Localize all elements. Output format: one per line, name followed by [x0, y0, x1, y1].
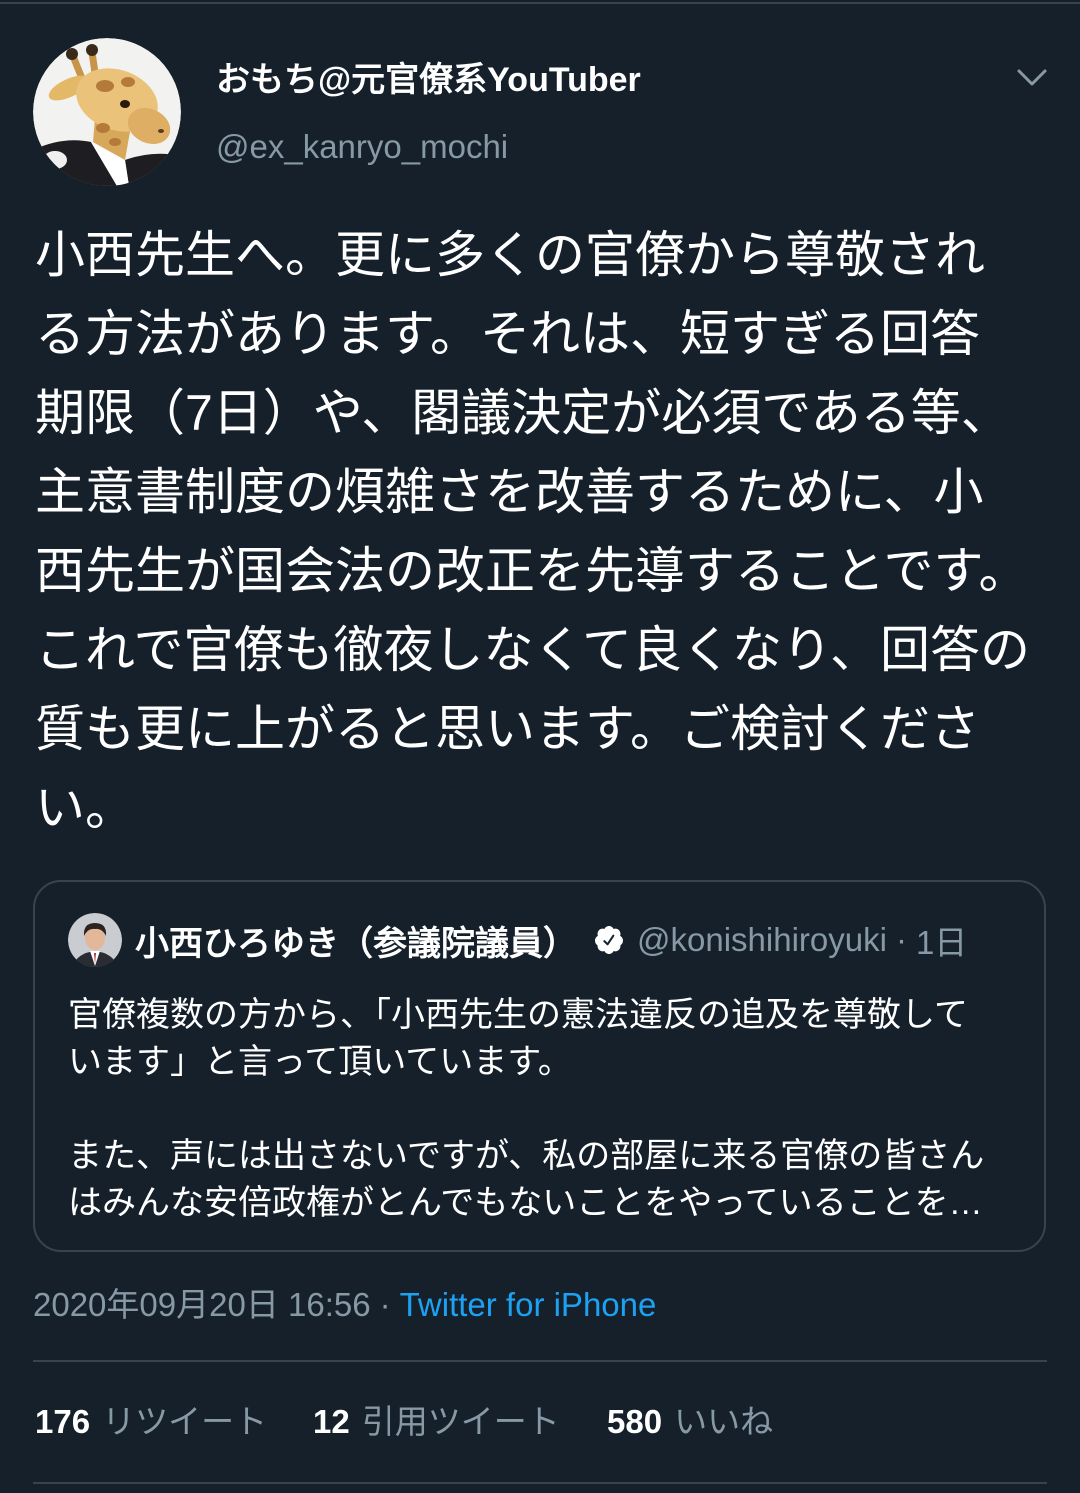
quoted-tweet-header: 小西ひろゆき（参議院議員） @konishihiroyuki · 1日 [68, 913, 1028, 967]
tweet-source-link[interactable]: Twitter for iPhone [400, 1286, 657, 1323]
quoted-tweet-line: また、声には出さないですが、私の部屋に来る官僚の皆さん [68, 1137, 985, 1175]
tweet-detail: おもち@元官僚系YouTuber @ex_kanryo_mochi 小西先生へ。… [0, 0, 1080, 1493]
like-label: いいね [674, 1403, 774, 1440]
quoted-tweet-time: 1日 [915, 924, 968, 961]
tweet-metadata: 2020年09月20日 16:56 · Twitter for iPhone [33, 1285, 656, 1325]
like-count: 580 [607, 1403, 663, 1440]
author-display-name[interactable]: おもち@元官僚系YouTuber [216, 60, 641, 100]
quoted-tweet-line: います」と言って頂いています。 [68, 1043, 572, 1081]
quoted-tweet-line: 官僚複数の方から、「小西先生の憲法違反の追及を尊敬して [68, 996, 968, 1034]
quote-tweet-label: 引用ツイート [361, 1403, 560, 1440]
tweet-text-line: 質も更に上がると思います。ご検討くださ [35, 701, 980, 757]
divider [33, 1360, 1047, 1362]
quoted-tweet-paragraph: 官僚複数の方から、「小西先生の憲法違反の追及を尊敬して います」と言って頂いてい… [68, 992, 1018, 1086]
tweet-text-line: 小西先生へ。更に多くの官僚から尊敬され [35, 227, 985, 283]
quote-tweet-count: 12 [313, 1403, 350, 1440]
likes-stat[interactable]: 580 いいね [607, 1402, 773, 1442]
quoted-author-name: 小西ひろゆき（参議院議員） [135, 924, 577, 963]
tweet-timestamp: 2020年09月20日 16:56 [33, 1286, 371, 1323]
author-handle[interactable]: @ex_kanryo_mochi [216, 127, 508, 167]
quoted-tweet-text: 官僚複数の方から、「小西先生の憲法違反の追及を尊敬して います」と言って頂いてい… [68, 992, 1018, 1227]
dot-separator: · [895, 921, 907, 958]
retweets-stat[interactable]: 176 リツイート [35, 1402, 267, 1442]
tweet-text-line: これで官僚も徹夜しなくて良くなり、回答の [35, 622, 1030, 678]
portrait-avatar-icon [68, 913, 122, 967]
tweet-text-line: 主意書制度の煩雑さを改善するために、小 [35, 464, 984, 520]
giraffe-avatar-icon[interactable] [33, 38, 181, 186]
quoted-tweet-paragraph: また、声には出さないですが、私の部屋に来る官僚の皆さん はみんな安倍政権がとんで… [68, 1133, 1018, 1227]
verified-badge-icon [593, 924, 625, 956]
retweet-count: 176 [35, 1403, 91, 1440]
tweet-text-line: 西先生が国会法の改正を先導することです。 [35, 543, 1029, 599]
quoted-author-handle: @konishihiroyuki [637, 921, 887, 958]
quoted-tweet-line: はみんな安倍政権がとんでもないことをやっていることを… [68, 1184, 983, 1222]
tweet-text-line: い。 [35, 780, 135, 836]
dot-separator: · [379, 1286, 391, 1323]
tweet-text-line: 期限（7日）や、閣議決定が必須である等、 [35, 385, 1011, 441]
tweet-text: 小西先生へ。更に多くの官僚から尊敬され る方法があります。それは、短すぎる回答 … [35, 216, 1055, 848]
chevron-down-icon[interactable] [1016, 68, 1048, 88]
tweet-text-line: る方法があります。それは、短すぎる回答 [35, 306, 980, 362]
divider [33, 1482, 1047, 1484]
quoted-tweet-card[interactable]: 小西ひろゆき（参議院議員） @konishihiroyuki · 1日 官僚複数… [33, 880, 1046, 1252]
retweet-label: リツイート [102, 1403, 268, 1440]
quote-tweets-stat[interactable]: 12 引用ツイート [313, 1402, 560, 1442]
